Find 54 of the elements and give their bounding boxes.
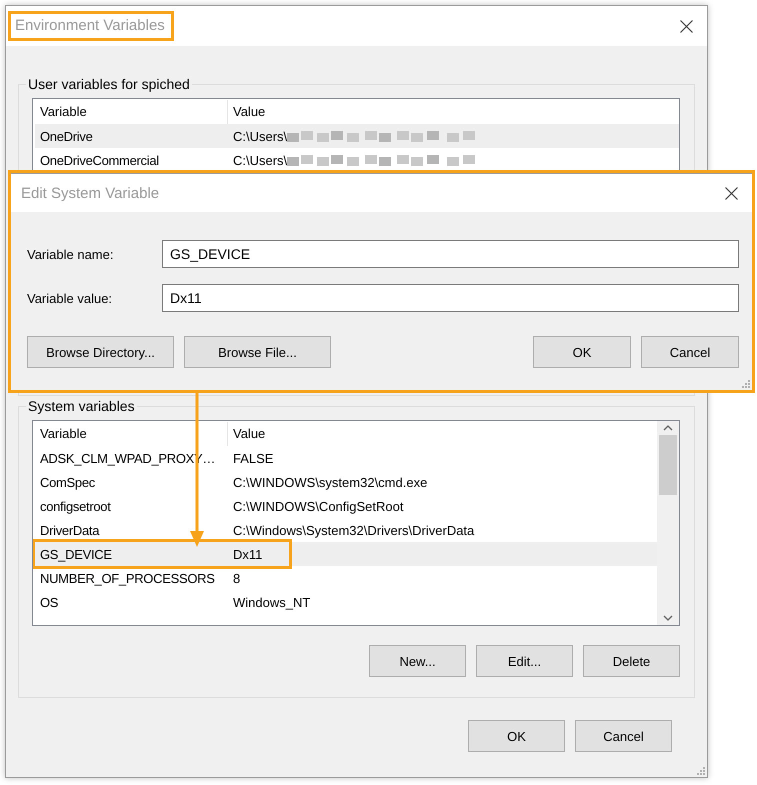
dialog-title: Edit System Variable — [21, 184, 160, 202]
variable-name: configsetroot — [39, 498, 112, 514]
dialog-button[interactable]: OK — [533, 336, 631, 368]
variable-name: GS_DEVICE — [39, 546, 113, 562]
browse-button[interactable]: Browse File... — [184, 336, 331, 368]
resize-grip-icon[interactable] — [695, 765, 705, 775]
field-label: Variable value: — [27, 290, 114, 306]
column-header[interactable]: Value — [228, 100, 628, 124]
variable-row[interactable]: OS Windows_NT — [35, 590, 657, 614]
close-icon[interactable] — [725, 186, 738, 200]
variable-value: C:\Windows\System32\Drivers\DriverData — [232, 522, 474, 538]
scroll-thumb[interactable] — [659, 435, 677, 495]
column-header[interactable]: Variable — [35, 422, 228, 446]
scrollbar[interactable] — [657, 421, 679, 625]
variable-row[interactable]: configsetroot C:\WINDOWS\ConfigSetRoot — [35, 494, 657, 518]
resize-grip-icon[interactable] — [740, 378, 750, 388]
scroll-down-icon[interactable] — [663, 615, 673, 621]
variable-value: Windows_NT — [232, 594, 310, 610]
variable-row[interactable]: OneDrive C:\Users\ — [35, 124, 679, 148]
dialog-button[interactable]: OK — [468, 720, 565, 752]
window-title: Environment Variables — [15, 17, 165, 34]
variable-value: 8 — [232, 570, 240, 586]
dialog-button[interactable]: Cancel — [575, 720, 672, 752]
variable-name: DriverData — [39, 522, 100, 538]
list-action-button[interactable]: Delete — [583, 645, 680, 677]
variable-row[interactable]: OneDriveCommercial C:\Users\ — [35, 148, 679, 172]
variable-row[interactable]: DriverData C:\Windows\System32\Drivers\DriverData — [35, 518, 657, 542]
variable-value: C:\Users\ — [232, 152, 288, 168]
variables-list[interactable] — [32, 420, 680, 626]
variable-name: NUMBER_OF_PROCESSORS — [39, 570, 216, 586]
group-label: System variables — [27, 398, 136, 414]
dialog-button[interactable]: Cancel — [641, 336, 739, 368]
input-field[interactable]: GS_DEVICE — [162, 240, 739, 268]
close-icon[interactable] — [680, 20, 693, 32]
variable-name: OS — [39, 594, 60, 610]
field-label: Variable name: — [27, 246, 114, 262]
variable-row[interactable]: ComSpec C:\WINDOWS\system32\cmd.exe — [35, 470, 657, 494]
variable-value: Dx11 — [232, 546, 262, 562]
scroll-up-icon[interactable] — [663, 425, 673, 431]
variable-value: C:\WINDOWS\ConfigSetRoot — [232, 498, 404, 514]
variable-name: OneDrive — [39, 128, 94, 144]
list-action-button[interactable]: Edit... — [476, 645, 573, 677]
column-header[interactable]: Value — [228, 422, 628, 446]
input-field[interactable]: Dx11 — [162, 284, 739, 312]
variable-name: ComSpec — [39, 474, 96, 490]
variable-row[interactable]: GS_DEVICE Dx11 — [35, 542, 657, 566]
group-label: User variables for spiched — [27, 76, 191, 92]
variable-name: OneDriveCommercial — [39, 152, 160, 168]
variable-value: C:\WINDOWS\system32\cmd.exe — [232, 474, 428, 490]
variable-value: C:\Users\ — [232, 128, 288, 144]
variable-row[interactable]: NUMBER_OF_PROCESSORS 8 — [35, 566, 657, 590]
list-action-button[interactable]: New... — [369, 645, 466, 677]
browse-button[interactable]: Browse Directory... — [27, 336, 174, 368]
variable-value: FALSE — [232, 450, 274, 466]
